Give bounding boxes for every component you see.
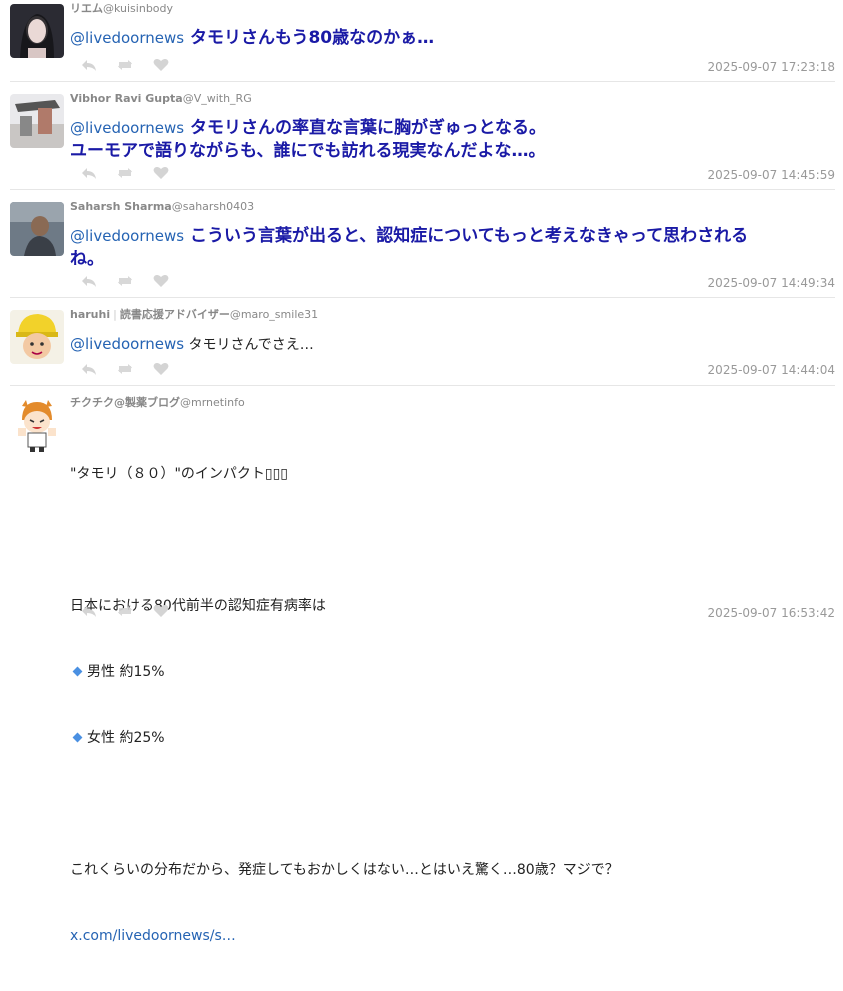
bullet-line: 男性 約15% — [70, 661, 835, 683]
user-handle[interactable]: @saharsh0403 — [172, 200, 254, 213]
tweet-text: @livedoornews タモリさんの率直な言葉に胸がぎゅっとなる。 ユーモア… — [70, 117, 835, 163]
tweet-line: これくらいの分布だから、発症してもおかしくはない…とはいえ驚く…80歳？マジで？ — [70, 862, 619, 878]
user-handle[interactable]: @maro_smile31 — [230, 308, 318, 321]
like-icon[interactable] — [152, 273, 170, 287]
retweet-icon[interactable] — [116, 603, 134, 617]
user-handle[interactable]: @V_with_RG — [183, 92, 252, 105]
mention-link[interactable]: @livedoornews — [70, 119, 184, 137]
tweet-content: タモリさんでさえ… — [188, 337, 314, 353]
name-separator: | — [113, 308, 117, 321]
user-name[interactable]: Saharsh Sharma — [70, 200, 172, 213]
like-icon[interactable] — [152, 165, 170, 179]
reply-icon[interactable] — [80, 165, 98, 179]
tweet: チクチク@製薬ブログ@mrnetinfo "タモリ（８０）"のインパクト▯▯▯ … — [10, 394, 835, 944]
avatar[interactable] — [10, 94, 64, 148]
tweet-text: @livedoornews こういう言葉が出ると、認知症についてもっと考えなきゃ… — [70, 225, 835, 271]
mention-link[interactable]: @livedoornews — [70, 335, 184, 353]
tweet-link[interactable]: x.com/livedoornews/s… — [70, 925, 835, 947]
tweet-text: @livedoornews タモリさんもう80歳なのかぁ… — [70, 27, 835, 50]
tweet-line: "タモリ（８０）"のインパクト▯▯▯ — [70, 466, 288, 482]
like-icon[interactable] — [152, 57, 170, 71]
reply-icon[interactable] — [80, 57, 98, 71]
tweet-feed: リエム@kuisinbody @livedoornews タモリさんもう80歳な… — [0, 0, 843, 944]
tweet: haruhi | 読書応援アドバイザー@maro_smile31 @livedoor… — [10, 306, 835, 386]
tweet-text: @livedoornews タモリさんでさえ… — [70, 333, 835, 356]
timestamp[interactable]: 2025-09-07 14:49:34 — [708, 276, 835, 290]
tweet: Vibhor Ravi Gupta@V_with_RG @livedoornew… — [10, 90, 835, 190]
tweet-header: Saharsh Sharma@saharsh0403 — [70, 200, 835, 214]
mention-link[interactable]: @livedoornews — [70, 227, 184, 245]
like-icon[interactable] — [152, 361, 170, 375]
user-name[interactable]: haruhi — [70, 308, 110, 321]
tweet-header: Vibhor Ravi Gupta@V_with_RG — [70, 92, 835, 106]
bullet-text: 男性 約15% — [87, 664, 165, 680]
tweet: リエム@kuisinbody @livedoornews タモリさんもう80歳な… — [10, 0, 835, 82]
user-name[interactable]: チクチク@製薬ブログ — [70, 396, 180, 409]
timestamp[interactable]: 2025-09-07 14:44:04 — [708, 363, 835, 377]
avatar[interactable] — [10, 202, 64, 256]
tweet-content: タモリさんもう80歳なのかぁ… — [189, 28, 435, 48]
retweet-icon[interactable] — [116, 57, 134, 71]
retweet-icon[interactable] — [116, 165, 134, 179]
avatar[interactable] — [10, 310, 64, 364]
tweet-header: チクチク@製薬ブログ@mrnetinfo — [70, 396, 835, 410]
reply-icon[interactable] — [80, 361, 98, 375]
user-name[interactable]: リエム — [70, 2, 103, 15]
timestamp[interactable]: 2025-09-07 17:23:18 — [708, 60, 835, 74]
tweet: Saharsh Sharma@saharsh0403 @livedoornews… — [10, 198, 835, 298]
tweet-header: リエム@kuisinbody — [70, 2, 835, 16]
tweet-text: "タモリ（８０）"のインパクト▯▯▯ 日本における80代前半の認知症有病率は 男… — [70, 419, 835, 991]
user-handle[interactable]: @mrnetinfo — [180, 396, 245, 409]
bullet-text: 女性 約25% — [87, 730, 165, 746]
reply-icon[interactable] — [80, 603, 98, 617]
user-name[interactable]: Vibhor Ravi Gupta — [70, 92, 183, 105]
tweet-actions — [80, 56, 170, 72]
like-icon[interactable] — [152, 603, 170, 617]
avatar[interactable] — [10, 398, 64, 452]
bullet-line: 女性 約25% — [70, 727, 835, 749]
user-title: 読書応援アドバイザー — [119, 308, 230, 321]
tweet-actions — [80, 164, 170, 180]
mention-link[interactable]: @livedoornews — [70, 29, 184, 47]
timestamp[interactable]: 2025-09-07 14:45:59 — [708, 168, 835, 182]
retweet-icon[interactable] — [116, 273, 134, 287]
tweet-header: haruhi | 読書応援アドバイザー@maro_smile31 — [70, 308, 835, 322]
diamond-icon — [72, 666, 83, 677]
timestamp[interactable]: 2025-09-07 16:53:42 — [708, 606, 835, 620]
retweet-icon[interactable] — [116, 361, 134, 375]
tweet-actions — [80, 272, 170, 288]
tweet-actions — [80, 360, 170, 376]
avatar[interactable] — [10, 4, 64, 58]
diamond-icon — [72, 732, 83, 743]
tweet-actions — [80, 602, 170, 618]
user-handle[interactable]: @kuisinbody — [103, 2, 173, 15]
reply-icon[interactable] — [80, 273, 98, 287]
